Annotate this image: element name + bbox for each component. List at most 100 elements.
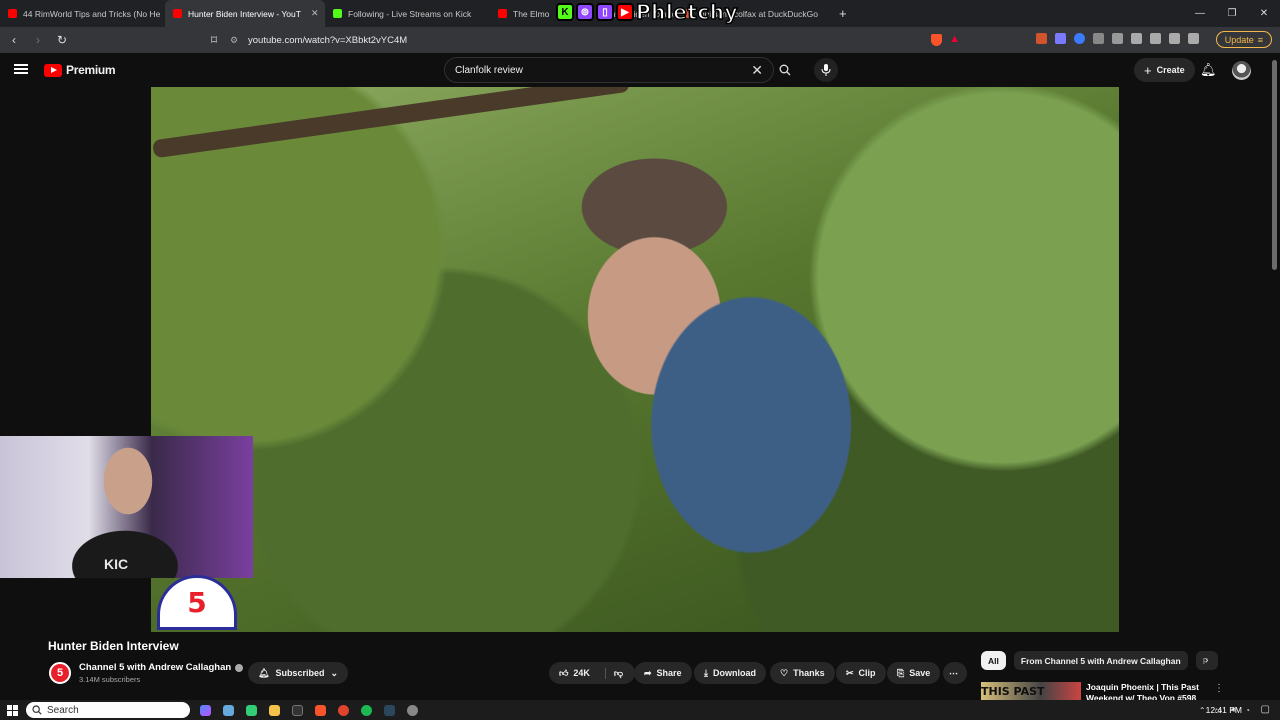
- widgets-icon[interactable]: [223, 704, 234, 716]
- search-button[interactable]: [774, 57, 796, 83]
- close-window-icon[interactable]: ✕: [1248, 0, 1280, 27]
- page-scrollbar[interactable]: [1272, 60, 1277, 270]
- channel-name: Channel 5 with Andrew Callaghan: [79, 662, 232, 673]
- chevron-right-icon[interactable]: ›: [1205, 655, 1208, 666]
- save-button[interactable]: ⎘ Save: [887, 662, 941, 684]
- youtube-play-icon: [44, 63, 62, 77]
- taskbar-clock[interactable]: 12:41 PM: [1206, 705, 1242, 715]
- settings-icon[interactable]: [407, 704, 418, 716]
- chip-from-channel[interactable]: From Channel 5 with Andrew Callaghan: [1013, 651, 1188, 670]
- download-icon: ⤓: [704, 667, 708, 678]
- like-icon[interactable]: 👍︎: [559, 668, 568, 679]
- forward-icon[interactable]: ›: [28, 30, 48, 50]
- share-button[interactable]: ➦ Share: [634, 662, 692, 684]
- recommendation-chips: All From Channel 5 with Andrew Callaghan…: [981, 651, 1218, 670]
- chevron-up-icon[interactable]: ⌃: [1199, 706, 1206, 715]
- update-button[interactable]: Update ≡: [1215, 31, 1272, 48]
- puzzle-icon[interactable]: [1093, 33, 1104, 44]
- browser-tab-kick[interactable]: Following - Live Streams on Kick: [325, 0, 490, 27]
- subscribed-button[interactable]: 🔔︎ Subscribed ⌄: [248, 662, 348, 684]
- streamer-webcam: KIC: [0, 436, 253, 578]
- copilot-icon[interactable]: [200, 704, 211, 716]
- create-button[interactable]: + Create: [1134, 58, 1195, 82]
- channel-name-link[interactable]: Channel 5 with Andrew Callaghan: [79, 662, 244, 673]
- steam-icon[interactable]: [384, 704, 395, 716]
- wifi-icon[interactable]: ◔: [1245, 706, 1250, 715]
- kick-logo-icon: K: [556, 3, 574, 21]
- channel-avatar[interactable]: 5: [49, 662, 71, 684]
- browser-tab-rimworld[interactable]: 44 RimWorld Tips and Tricks (No He: [0, 0, 165, 27]
- more-vert-icon[interactable]: ⋮: [1214, 683, 1224, 694]
- browser-tab-elmo[interactable]: The Elmo: [490, 0, 550, 27]
- clear-search-icon[interactable]: ✕: [751, 62, 763, 79]
- voice-search-button[interactable]: [814, 58, 838, 82]
- terminal-icon[interactable]: [292, 704, 303, 716]
- thanks-button[interactable]: ♡ Thanks: [770, 662, 835, 684]
- tab-title: Hunter Biden Interview - YouT: [188, 8, 301, 19]
- calendar-icon[interactable]: [246, 704, 257, 716]
- brave-rewards-icon[interactable]: ▲: [949, 33, 960, 45]
- plus-icon: +: [1144, 62, 1152, 78]
- youtube-logo[interactable]: Premium: [44, 63, 116, 77]
- spotify-icon[interactable]: [361, 704, 372, 716]
- reload-icon[interactable]: ↻: [52, 30, 72, 50]
- menu-icon[interactable]: [14, 64, 28, 74]
- recommended-title[interactable]: Joaquin Phoenix | This Past Weekend w/ T…: [1086, 682, 1201, 700]
- browser-tab-hunter-biden[interactable]: Hunter Biden Interview - YouT ✕: [165, 0, 325, 27]
- brave-shield-icon[interactable]: [931, 34, 942, 46]
- channel-avatar-text: 5: [56, 667, 64, 679]
- channel-5-logo-text: 5: [187, 586, 207, 619]
- youtube-logo-icon: ▶: [616, 3, 634, 21]
- site-info-icon[interactable]: ⚙: [230, 35, 238, 46]
- youtube-brand: Premium: [66, 63, 116, 77]
- taskbar-search[interactable]: Search: [26, 702, 190, 718]
- tab-title: 44 RimWorld Tips and Tricks (No He: [23, 8, 161, 19]
- scissors-icon: ✂: [846, 667, 854, 678]
- more-actions-button[interactable]: ⋯: [943, 662, 967, 684]
- bookmark-icon[interactable]: ⌑: [204, 30, 224, 50]
- recommended-thumbnail[interactable]: THIS PAST WEEKEND: [981, 682, 1081, 700]
- notification-icon[interactable]: ▢: [1261, 704, 1270, 715]
- vpn-icon[interactable]: [1188, 33, 1199, 44]
- minimize-icon[interactable]: —: [1184, 0, 1216, 27]
- sidebar-icon[interactable]: [1150, 33, 1161, 44]
- download-button[interactable]: ⤓ Download: [694, 662, 766, 684]
- download-label: Download: [712, 668, 756, 678]
- youtube-header: Premium Clanfolk review ✕ + Create 🔔︎: [0, 53, 1280, 87]
- windows-start-icon[interactable]: [7, 704, 18, 716]
- clip-button[interactable]: ✂ Clip: [836, 662, 886, 684]
- subscribed-label: Subscribed: [275, 668, 325, 678]
- new-tab-button[interactable]: +: [839, 6, 847, 21]
- menu-icon: ≡: [1257, 34, 1263, 45]
- obs-icon[interactable]: [338, 704, 349, 716]
- music-icon[interactable]: [1131, 33, 1142, 44]
- chevron-down-icon: ⌄: [330, 667, 338, 678]
- address-bar[interactable]: ⚙ youtube.com/watch?v=XBbkt2vYC4M ▲: [222, 30, 972, 50]
- back-icon[interactable]: ‹: [4, 30, 24, 50]
- like-dislike-group: 👍︎ 24K 👎︎: [549, 662, 635, 684]
- account-avatar[interactable]: [1232, 61, 1251, 80]
- taskbar-search-placeholder: Search: [47, 704, 79, 716]
- restore-icon[interactable]: ❐: [1216, 0, 1248, 27]
- chip-all[interactable]: All: [981, 651, 1006, 670]
- brave-browser-icon[interactable]: [315, 704, 326, 716]
- microphone-icon: [821, 64, 831, 76]
- share-icon: ➦: [644, 667, 652, 678]
- leo-icon[interactable]: [1169, 33, 1180, 44]
- update-label: Update: [1224, 34, 1254, 45]
- extension-icon[interactable]: [1036, 33, 1047, 44]
- notifications-bell-icon[interactable]: 🔔︎: [1200, 62, 1217, 78]
- kodi-logo-icon: ⊚: [576, 3, 594, 21]
- search-input[interactable]: Clanfolk review ✕: [444, 57, 774, 83]
- search-value: Clanfolk review: [455, 64, 523, 76]
- dislike-icon[interactable]: 👎︎: [604, 667, 623, 679]
- extension-icon[interactable]: [1055, 33, 1066, 44]
- close-tab-icon[interactable]: ✕: [311, 8, 319, 19]
- like-count[interactable]: 24K: [573, 668, 590, 678]
- search-icon: [779, 64, 791, 76]
- extension-icon[interactable]: [1074, 33, 1085, 44]
- extension-icon[interactable]: [1112, 33, 1123, 44]
- video-player[interactable]: [151, 87, 1119, 632]
- file-explorer-icon[interactable]: [269, 704, 280, 716]
- save-icon: ⎘: [897, 667, 905, 678]
